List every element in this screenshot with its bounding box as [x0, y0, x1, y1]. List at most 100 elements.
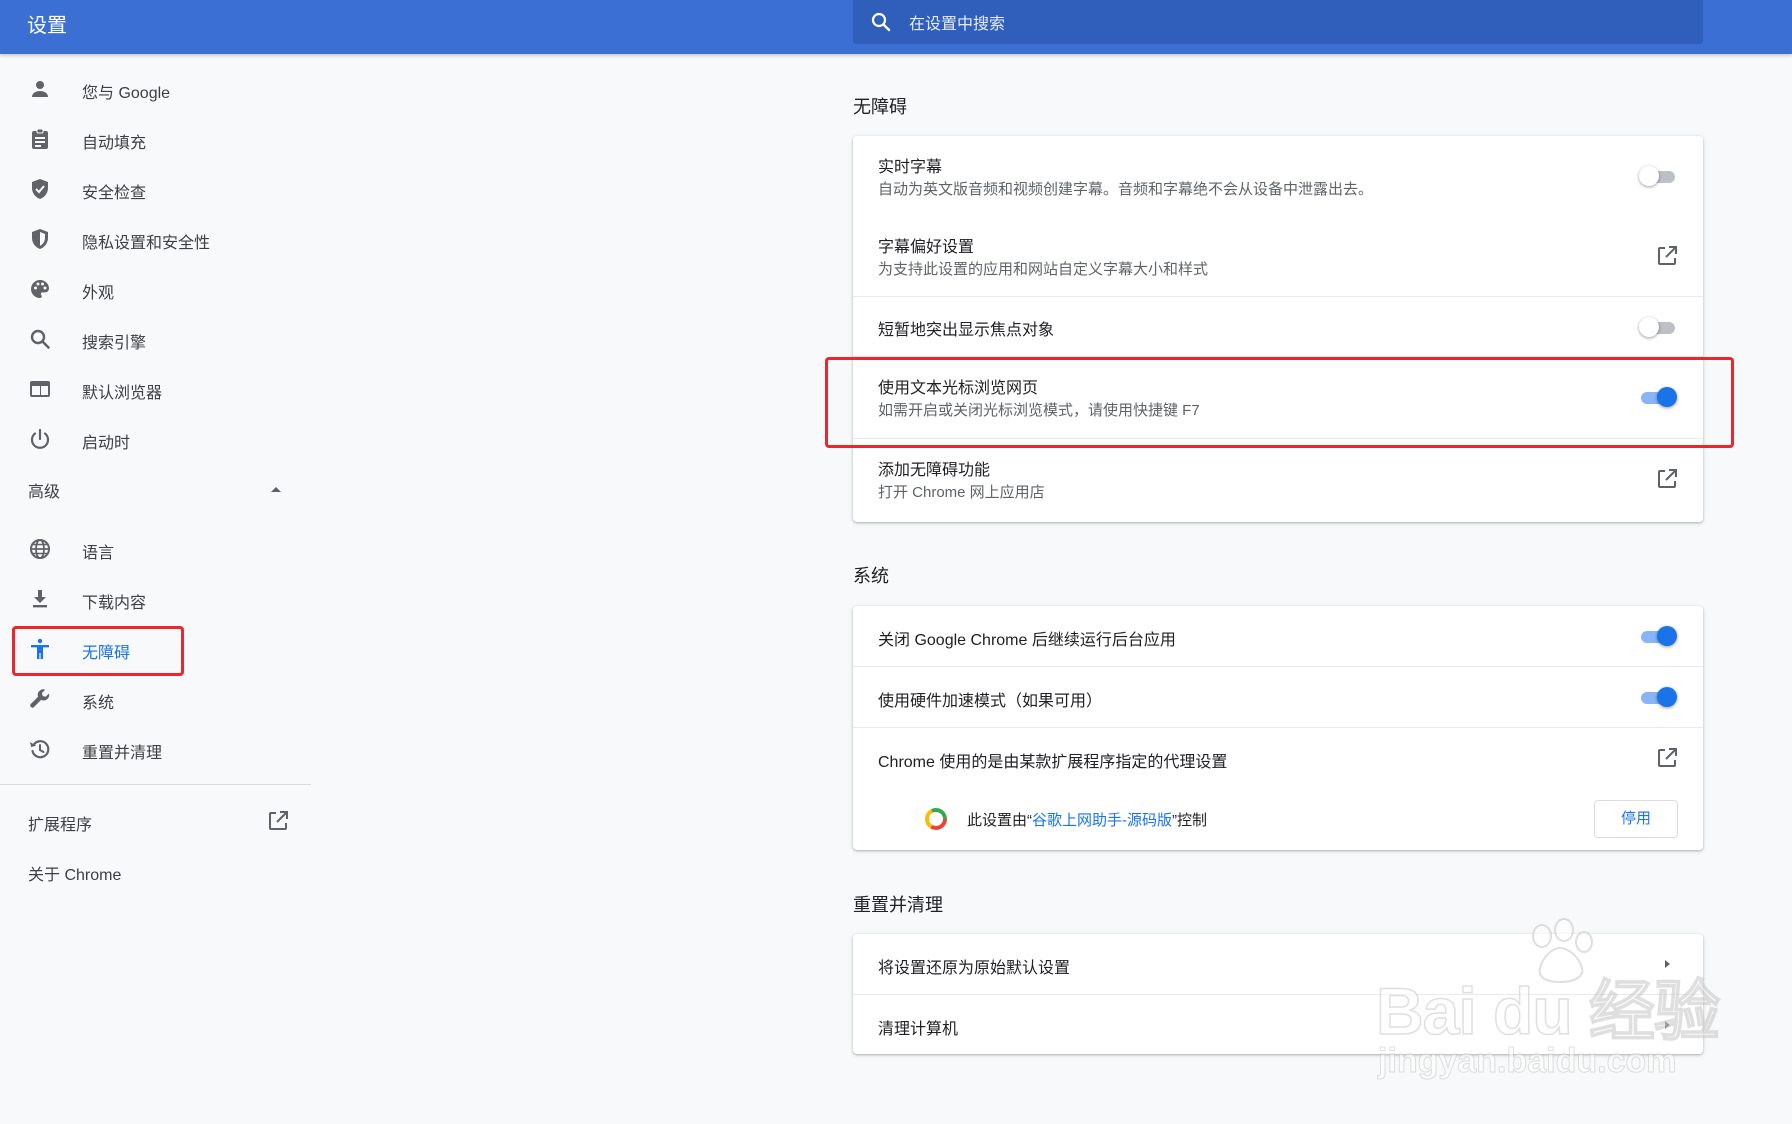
- sidebar-item-accessibility[interactable]: 无障碍: [0, 624, 312, 674]
- sidebar-item-extensions[interactable]: 扩展程序: [0, 796, 312, 846]
- palette-icon: [30, 280, 49, 298]
- setting-row-clean-computer[interactable]: 清理计算机: [853, 994, 1703, 1054]
- sidebar-item-autofill[interactable]: 自动填充: [0, 114, 312, 164]
- shield-half-icon: [32, 229, 48, 249]
- sidebar-item-on-startup[interactable]: 启动时: [0, 414, 312, 464]
- live-caption-toggle[interactable]: [1639, 165, 1679, 187]
- policy-text: 此设置由“谷歌上网助手-源码版”控制: [967, 809, 1207, 830]
- focus-highlight-toggle[interactable]: [1639, 316, 1679, 338]
- row-subtitle: 为支持此设置的应用和网站自定义字幕大小和样式: [878, 261, 1209, 278]
- sidebar-item-label: 无障碍: [82, 645, 131, 662]
- setting-row-restore-defaults[interactable]: 将设置还原为原始默认设置: [853, 934, 1703, 994]
- sidebar-item-label: 外观: [82, 285, 115, 302]
- sidebar-item-label: 语言: [82, 545, 115, 562]
- sidebar-item-label: 安全检查: [82, 185, 147, 202]
- sidebar-divider: [0, 784, 311, 785]
- row-title: 使用文本光标浏览网页: [878, 380, 1039, 397]
- row-subtitle: 自动为英文版音频和视频创建字幕。音频和字幕绝不会从设备中泄露出去。: [878, 181, 1374, 198]
- sidebar-item-appearance[interactable]: 外观: [0, 264, 312, 314]
- search-input[interactable]: 在设置中搜索: [909, 10, 1005, 34]
- sidebar-item-search-engine[interactable]: 搜索引擎: [0, 314, 312, 364]
- setting-row-background-apps[interactable]: 关闭 Google Chrome 后继续运行后台应用: [853, 606, 1703, 666]
- row-title: 关闭 Google Chrome 后继续运行后台应用: [878, 632, 1176, 649]
- sidebar-item-languages[interactable]: 语言: [0, 524, 312, 574]
- search-box[interactable]: 在设置中搜索: [853, 0, 1703, 44]
- row-title: Chrome 使用的是由某款扩展程序指定的代理设置: [878, 754, 1228, 771]
- row-title: 添加无障碍功能: [878, 462, 991, 479]
- arrow-right-icon: [1665, 1021, 1670, 1029]
- page-title: 设置: [27, 15, 67, 37]
- setting-row-live-caption[interactable]: 实时字幕 自动为英文版音频和视频创建字幕。音频和字幕绝不会从设备中泄露出去。: [853, 136, 1703, 216]
- setting-row-add-accessibility[interactable]: 添加无障碍功能 打开 Chrome 网上应用店: [853, 438, 1703, 522]
- sidebar-item-system[interactable]: 系统: [0, 674, 312, 724]
- caret-up-icon: [271, 487, 281, 492]
- row-title: 实时字幕: [878, 159, 943, 176]
- sidebar-advanced-label: 高级: [28, 484, 61, 501]
- setting-row-proxy[interactable]: Chrome 使用的是由某款扩展程序指定的代理设置: [853, 727, 1703, 788]
- sidebar-item-label: 扩展程序: [28, 817, 93, 834]
- sidebar-item-default-browser[interactable]: 默认浏览器: [0, 364, 312, 414]
- sidebar-item-label: 下载内容: [82, 595, 147, 612]
- sidebar-item-label: 启动时: [82, 435, 131, 452]
- sidebar-item-label: 重置并清理: [82, 745, 163, 762]
- background-apps-toggle[interactable]: [1639, 625, 1679, 647]
- sidebar-item-you-and-google[interactable]: 您与 Google: [0, 64, 312, 114]
- setting-row-focus-highlight[interactable]: 短暂地突出显示焦点对象: [853, 296, 1703, 356]
- sidebar-item-reset[interactable]: 重置并清理: [0, 724, 312, 774]
- row-subtitle: 打开 Chrome 网上应用店: [878, 484, 1045, 501]
- sidebar-item-about-chrome[interactable]: 关于 Chrome: [0, 846, 312, 896]
- section-title-system: 系统: [853, 566, 889, 586]
- external-link-icon[interactable]: [1655, 746, 1679, 770]
- external-link-icon: [269, 811, 288, 830]
- globe-icon: [30, 539, 50, 559]
- shield-check-icon: [32, 179, 48, 199]
- setting-row-caret-browsing[interactable]: 使用文本光标浏览网页 如需开启或关闭光标浏览模式，请使用快捷键 F7: [853, 356, 1703, 438]
- arrow-right-icon: [1665, 960, 1670, 968]
- policy-row: 此设置由“谷歌上网助手-源码版”控制 停用: [853, 788, 1703, 850]
- row-title: 短暂地突出显示焦点对象: [878, 322, 1055, 339]
- row-title: 将设置还原为原始默认设置: [878, 960, 1071, 977]
- section-title-accessibility: 无障碍: [853, 97, 907, 117]
- policy-suffix: ”控制: [1172, 812, 1207, 829]
- browser-window-icon: [30, 381, 50, 397]
- accessibility-card: 实时字幕 自动为英文版音频和视频创建字幕。音频和字幕绝不会从设备中泄露出去。 字…: [853, 136, 1703, 522]
- setting-row-caption-preferences[interactable]: 字幕偏好设置 为支持此设置的应用和网站自定义字幕大小和样式: [853, 216, 1703, 296]
- search-icon: [30, 329, 50, 349]
- person-icon: [32, 81, 48, 97]
- top-bar: 设置 在设置中搜索: [0, 0, 1792, 54]
- row-title: 字幕偏好设置: [878, 239, 975, 256]
- row-title: 使用硬件加速模式（如果可用）: [878, 693, 1103, 710]
- wrench-icon: [30, 689, 50, 708]
- sidebar-item-label: 隐私设置和安全性: [82, 235, 211, 252]
- restore-icon: [30, 740, 50, 759]
- sidebar-item-label: 系统: [82, 695, 115, 712]
- sidebar-item-privacy[interactable]: 隐私设置和安全性: [0, 214, 312, 264]
- caret-browsing-toggle[interactable]: [1639, 386, 1679, 408]
- policy-prefix: 此设置由“: [967, 812, 1032, 829]
- sidebar-item-downloads[interactable]: 下载内容: [0, 574, 312, 624]
- external-link-icon[interactable]: [1655, 467, 1679, 491]
- row-title: 清理计算机: [878, 1021, 959, 1038]
- sidebar-item-safety-check[interactable]: 安全检查: [0, 164, 312, 214]
- sidebar-item-label: 关于 Chrome: [28, 867, 122, 884]
- sidebar-item-label: 您与 Google: [82, 85, 171, 102]
- accessibility-icon: [31, 638, 49, 659]
- section-title-reset: 重置并清理: [853, 895, 943, 915]
- system-card: 关闭 Google Chrome 后继续运行后台应用 使用硬件加速模式（如果可用…: [853, 606, 1703, 850]
- reset-card: 将设置还原为原始默认设置 清理计算机: [853, 934, 1703, 1054]
- sidebar-advanced-toggle[interactable]: 高级: [0, 466, 312, 510]
- sidebar-item-label: 自动填充: [82, 135, 147, 152]
- policy-extension-link[interactable]: 谷歌上网助手-源码版: [1032, 812, 1172, 829]
- sidebar-item-label: 默认浏览器: [82, 385, 163, 402]
- external-link-icon[interactable]: [1655, 244, 1679, 268]
- power-icon: [30, 428, 50, 449]
- hardware-acceleration-toggle[interactable]: [1639, 686, 1679, 708]
- clipboard-icon: [32, 128, 48, 149]
- setting-row-hardware-acceleration[interactable]: 使用硬件加速模式（如果可用）: [853, 666, 1703, 727]
- search-icon: [871, 12, 891, 32]
- sidebar-item-label: 搜索引擎: [82, 335, 147, 352]
- row-subtitle: 如需开启或关闭光标浏览模式，请使用快捷键 F7: [878, 402, 1200, 419]
- extension-ring-icon: [925, 808, 947, 830]
- download-icon: [33, 590, 47, 608]
- disable-button[interactable]: 停用: [1594, 800, 1678, 838]
